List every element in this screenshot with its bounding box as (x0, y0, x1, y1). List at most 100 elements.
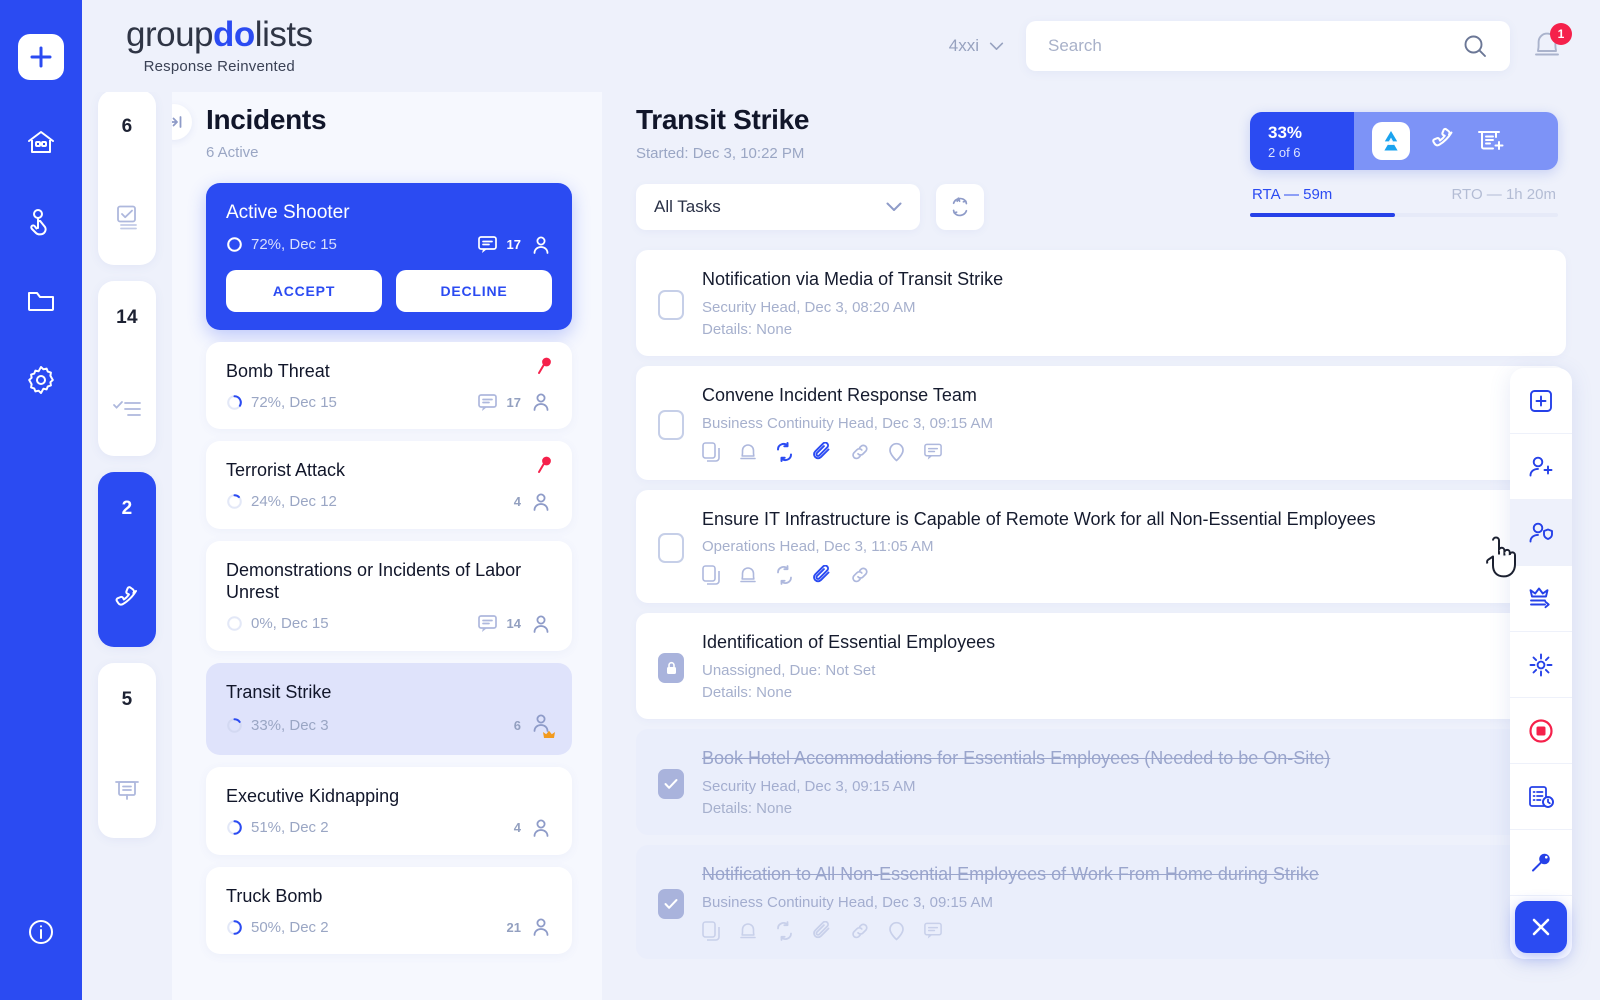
notification-badge: 1 (1550, 23, 1572, 45)
task-row[interactable]: Ensure IT Infrastructure is Capable of R… (636, 489, 1566, 604)
task-checkbox[interactable] (658, 289, 684, 320)
tap-hand-icon (30, 209, 47, 236)
sidebar-item-home[interactable] (24, 126, 58, 160)
new-report-icon[interactable] (1476, 127, 1506, 155)
incident-card[interactable]: Truck Bomb 50%, Dec 2 21 (206, 866, 572, 955)
bell-icon[interactable] (739, 442, 757, 462)
account-name: 4xxi (948, 36, 979, 55)
link-icon[interactable] (850, 921, 870, 941)
sidebar-item-settings[interactable] (24, 363, 58, 397)
badge-count: 2 (121, 498, 133, 519)
people-count: 4 (513, 820, 521, 836)
incident-card-featured[interactable]: Active Shooter 72%, Dec 15 17 ACCEPT DEC… (206, 183, 572, 330)
person-icon (533, 393, 549, 412)
add-user-button[interactable] (1510, 434, 1572, 500)
add-task-button[interactable] (1510, 368, 1572, 434)
link-icon[interactable] (850, 442, 870, 462)
copy-icon[interactable] (702, 565, 721, 586)
pin-icon[interactable] (536, 456, 552, 479)
recurring-icon[interactable] (775, 565, 794, 586)
auto-sort-button[interactable] (936, 184, 984, 230)
crown-icon (543, 731, 555, 739)
person-icon (533, 493, 549, 511)
badge-tile-checklists[interactable]: 14 (98, 281, 156, 456)
comment-icon[interactable] (923, 442, 943, 461)
stop-incident-button[interactable] (1510, 698, 1572, 764)
task-row[interactable]: Identification of Essential Employees Un… (636, 613, 1566, 719)
add-task-icon (1530, 389, 1552, 412)
task-title: Notification to All Non-Essential Employ… (702, 863, 1319, 884)
focus-target-icon (1529, 653, 1553, 676)
people-count: 14 (506, 616, 521, 632)
task-row[interactable]: Convene Incident Response Team Business … (636, 365, 1566, 480)
phone-icon[interactable] (1428, 126, 1458, 156)
pin-icon[interactable] (536, 357, 552, 380)
task-checkbox-checked[interactable] (658, 888, 684, 919)
task-row-completed[interactable]: Book Hotel Accommodations for Essentials… (636, 729, 1566, 835)
incident-card[interactable]: Demonstrations or Incidents of Labor Unr… (206, 540, 572, 651)
incidents-panel: Incidents 6 Active Active Shooter 72%, D… (156, 0, 602, 1000)
task-title: Book Hotel Accommodations for Essentials… (702, 748, 1331, 768)
notifications-button[interactable]: 1 (1532, 23, 1572, 63)
incident-card-selected[interactable]: Transit Strike 33%, Dec 3 6 (206, 662, 572, 756)
copy-icon[interactable] (702, 441, 721, 462)
progress-ring-icon (227, 237, 242, 253)
badge-tile-briefings[interactable]: 5 (98, 663, 156, 838)
brand-name-part2: do (213, 15, 255, 54)
rta-label: RTA — 59m (1252, 186, 1333, 203)
search-input[interactable]: Search (1026, 21, 1510, 71)
task-checkbox-locked (658, 653, 684, 684)
incident-card[interactable]: Bomb Threat 72%, Dec 15 17 (206, 341, 572, 430)
focus-target-button[interactable] (1510, 632, 1572, 698)
comment-icon[interactable] (477, 614, 498, 633)
decline-button[interactable]: DECLINE (396, 269, 552, 312)
brand-tagline: Response Reinvented (143, 58, 295, 75)
search-icon[interactable] (1462, 33, 1488, 59)
groupdolists-logo-button[interactable] (1372, 122, 1410, 160)
badge-tile-tasks[interactable]: 6 (98, 90, 156, 265)
transfer-lead-button[interactable] (1510, 566, 1572, 632)
close-toolbar-button[interactable] (1515, 901, 1567, 953)
task-row[interactable]: Notification via Media of Transit Strike… (636, 250, 1566, 356)
incident-meta-text: 50%, Dec 2 (251, 918, 329, 936)
comment-icon[interactable] (477, 393, 498, 412)
task-checkbox[interactable] (658, 409, 684, 440)
badge-tile-calls[interactable]: 2 (98, 472, 156, 647)
attachment-icon[interactable] (812, 441, 832, 462)
people-count: 4 (513, 494, 521, 510)
location-icon[interactable] (888, 442, 905, 462)
permissions-key-button[interactable] (1510, 830, 1572, 896)
task-title: Identification of Essential Employees (702, 632, 996, 653)
attachment-icon[interactable] (812, 920, 832, 941)
comment-icon[interactable] (923, 921, 943, 940)
location-icon[interactable] (888, 921, 905, 941)
task-meta: Operations Head, Dec 3, 11:05 AM (702, 538, 934, 556)
copy-icon[interactable] (702, 920, 721, 941)
incident-card[interactable]: Executive Kidnapping 51%, Dec 2 4 (206, 767, 572, 855)
sidebar-item-actions[interactable] (24, 205, 58, 239)
recurring-icon[interactable] (775, 441, 794, 462)
recurring-icon[interactable] (775, 920, 794, 941)
attachment-icon[interactable] (812, 565, 832, 585)
incident-card[interactable]: Terrorist Attack 24%, Dec 12 4 (206, 441, 572, 529)
task-row-completed[interactable]: Notification to All Non-Essential Employ… (636, 844, 1566, 959)
sidebar-item-folder[interactable] (24, 284, 58, 318)
link-icon[interactable] (850, 565, 870, 585)
info-button[interactable] (26, 917, 56, 952)
accept-button[interactable]: ACCEPT (226, 269, 382, 312)
incident-meta-text: 72%, Dec 15 (251, 393, 337, 411)
account-selector[interactable]: 4xxi (949, 36, 1004, 56)
activity-log-button[interactable] (1510, 764, 1572, 830)
lock-icon (666, 661, 676, 674)
bell-icon[interactable] (739, 921, 757, 941)
progress-pill: 33% 2 of 6 (1250, 112, 1558, 170)
groupdolists-logo-icon (1384, 131, 1398, 151)
left-nav-rail (0, 0, 82, 1000)
comment-icon[interactable] (477, 235, 498, 254)
task-checkbox-checked[interactable] (658, 768, 684, 799)
task-checkbox[interactable] (658, 533, 684, 564)
bell-icon[interactable] (739, 565, 757, 585)
create-button[interactable] (18, 34, 64, 80)
task-filter-select[interactable]: All Tasks (636, 184, 920, 230)
assign-role-button[interactable] (1510, 500, 1572, 566)
